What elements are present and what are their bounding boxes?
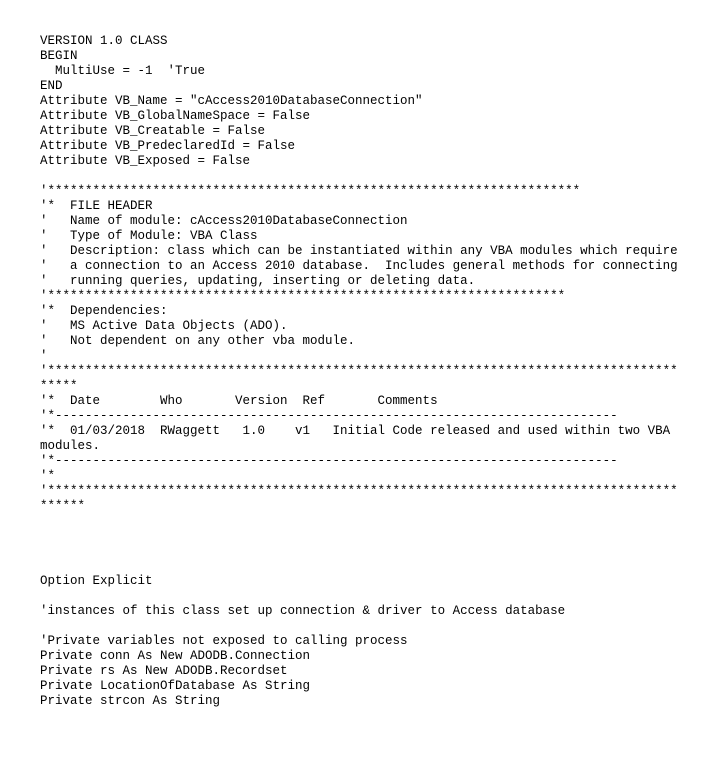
vba-source-code: VERSION 1.0 CLASS BEGIN MultiUse = -1 'T…: [0, 0, 718, 743]
